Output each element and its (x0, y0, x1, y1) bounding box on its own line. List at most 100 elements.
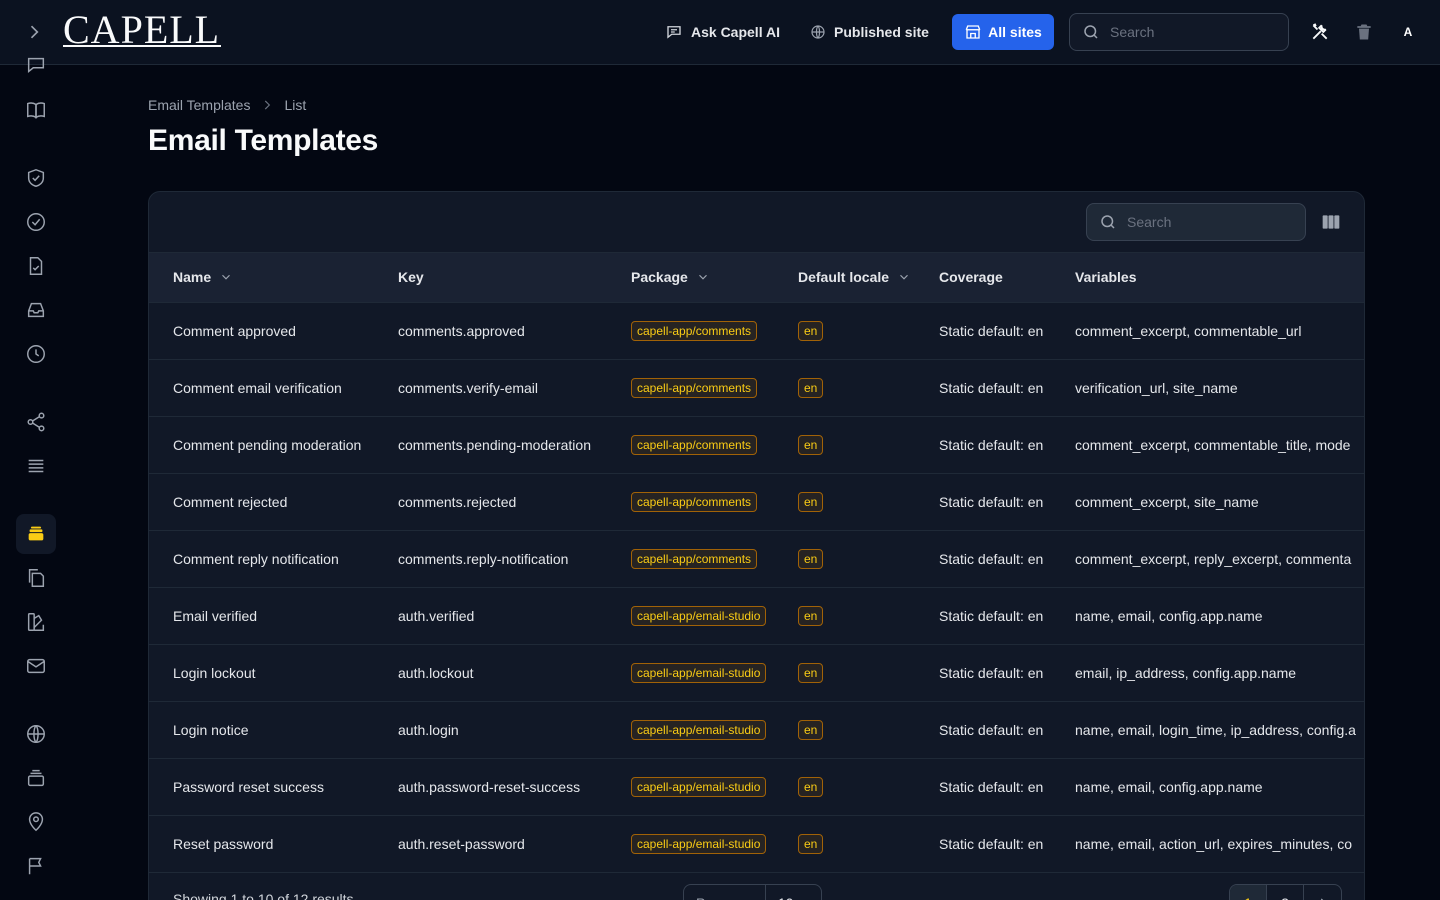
package-badge: capell-app/comments (631, 434, 758, 455)
cell-coverage: Static default: en (939, 778, 1044, 795)
results-summary: Showing 1 to 10 of 12 results (173, 891, 354, 900)
cell-default-locale: en (774, 701, 915, 758)
cell-default-locale: en (774, 416, 915, 473)
sidebar-item-swatches[interactable] (16, 602, 56, 642)
default-locale-badge: en (798, 776, 824, 797)
cell-variables: name, email, config.app.name (1075, 778, 1263, 795)
cell-coverage: Static default: en (939, 379, 1044, 396)
cell-name: Reset password (173, 835, 274, 852)
trash-button[interactable] (1354, 22, 1374, 42)
table-row[interactable]: Password reset success auth.password-rese… (149, 758, 1364, 815)
table-row[interactable]: Comment rejected comments.rejected capell-… (149, 473, 1364, 530)
default-locale-badge: en (798, 434, 824, 455)
breadcrumb-root[interactable]: Email Templates (148, 97, 250, 113)
cell-key: comments.verify-email (398, 379, 539, 396)
page-button-1[interactable]: 1 (1230, 885, 1267, 900)
table-row[interactable]: Login notice auth.login capell-app/email-s… (149, 701, 1364, 758)
sidebar-item-chat[interactable] (16, 45, 56, 85)
document-check-icon (29, 257, 43, 275)
envelope-icon (27, 658, 45, 674)
map-pin-icon (28, 812, 44, 832)
column-header-key: Key (374, 253, 607, 303)
all-sites-label: All sites (988, 24, 1042, 40)
sidebar-item-sites[interactable] (16, 714, 56, 754)
sidebar-item-share[interactable] (16, 402, 56, 442)
table-search-input[interactable] (1127, 214, 1277, 230)
sidebar (0, 57, 72, 900)
default-locale-badge: en (798, 833, 824, 854)
cell-name: Login lockout (173, 664, 256, 681)
default-locale-badge: en (798, 662, 824, 683)
chat-icon (27, 57, 45, 73)
column-header-coverage: Coverage (915, 253, 1051, 303)
cell-default-locale: en (774, 758, 915, 815)
table-footer: Showing 1 to 10 of 12 results Per page 1… (149, 872, 1364, 900)
per-page-select[interactable]: 10 (766, 885, 822, 900)
table-row[interactable]: Login lockout auth.lockout capell-app/emai… (149, 644, 1364, 701)
cell-variables: verification_url, site_name (1075, 379, 1238, 396)
package-badge: capell-app/comments (631, 548, 758, 569)
chevron-down-icon (222, 275, 231, 280)
sidebar-item-mail[interactable] (16, 646, 56, 686)
package-badge: capell-app/email-studio (631, 662, 767, 683)
sidebar-item-locations[interactable] (16, 802, 56, 842)
sidebar-item-list[interactable] (16, 446, 56, 486)
cell-coverage: Static default: en (939, 721, 1044, 738)
global-search-input[interactable] (1110, 24, 1260, 40)
published-site-link[interactable]: Published site (810, 14, 929, 50)
cell-name: Comment email verification (173, 379, 342, 396)
cell-default-locale: en (774, 473, 915, 530)
cell-variables: email, ip_address, config.app.name (1075, 664, 1297, 681)
page-button-2[interactable]: 2 (1267, 885, 1304, 900)
cell-package: capell-app/comments (607, 530, 774, 587)
cell-package: capell-app/comments (607, 359, 774, 416)
share-icon (27, 412, 45, 432)
user-avatar[interactable]: A (1396, 20, 1420, 44)
chevron-right-icon (265, 100, 271, 110)
globe-icon (811, 25, 825, 39)
sidebar-item-documents[interactable] (16, 246, 56, 286)
sidebar-item-email-templates[interactable] (16, 514, 56, 554)
per-page-control: Per page 10 (683, 884, 823, 900)
sidebar-item-inbox[interactable] (16, 290, 56, 330)
column-header-default-locale[interactable]: Default locale (774, 253, 915, 303)
ask-ai-button[interactable]: Ask Capell AI (665, 14, 780, 50)
cell-default-locale: en (774, 644, 915, 701)
global-search (1069, 13, 1289, 51)
sidebar-item-flags[interactable] (16, 846, 56, 886)
table-row[interactable]: Reset password auth.reset-password capell-… (149, 815, 1364, 872)
per-page-label: Per page (684, 885, 766, 900)
table-row[interactable]: Email verified auth.verified capell-app/em… (149, 587, 1364, 644)
table-row[interactable]: Comment approved comments.approved capell-… (149, 302, 1364, 359)
swatch-icon (27, 613, 45, 631)
chat-bubble-icon (667, 26, 681, 39)
sidebar-item-copies[interactable] (16, 558, 56, 598)
cell-key: comments.approved (398, 322, 525, 339)
sidebar-expand-button[interactable] (22, 20, 46, 44)
sidebar-item-archive[interactable] (16, 758, 56, 798)
tools-button[interactable] (1310, 22, 1330, 42)
column-header-package[interactable]: Package (607, 253, 774, 303)
column-header-name[interactable]: Name (149, 253, 374, 303)
all-sites-button[interactable]: All sites (952, 14, 1054, 50)
sidebar-item-history[interactable] (16, 334, 56, 374)
cell-default-locale: en (774, 359, 915, 416)
sidebar-item-security[interactable] (16, 158, 56, 198)
check-circle-icon (27, 213, 45, 231)
flag-icon (28, 857, 42, 875)
sidebar-item-approvals[interactable] (16, 202, 56, 242)
cell-name: Login notice (173, 721, 249, 738)
table-row[interactable]: Comment pending moderation comments.pendi… (149, 416, 1364, 473)
cell-default-locale: en (774, 815, 915, 872)
chevron-down-icon (698, 275, 707, 280)
next-page-button[interactable] (1304, 885, 1341, 900)
queue-list-icon (28, 459, 44, 473)
cell-default-locale: en (774, 302, 915, 359)
sidebar-item-docs[interactable] (16, 90, 56, 130)
table-search (1086, 203, 1306, 241)
breadcrumb-current: List (284, 97, 307, 113)
cell-package: capell-app/comments (607, 302, 774, 359)
table-row[interactable]: Comment reply notification comments.reply… (149, 530, 1364, 587)
table-row[interactable]: Comment email verification comments.verif… (149, 359, 1364, 416)
toggle-columns-button[interactable] (1321, 212, 1341, 232)
